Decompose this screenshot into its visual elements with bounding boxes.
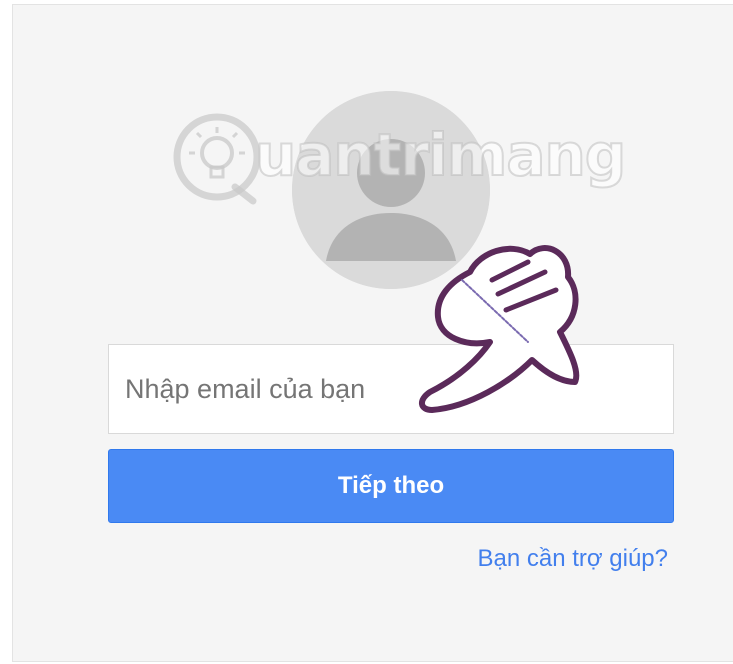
- help-link[interactable]: Bạn cần trợ giúp?: [477, 545, 668, 573]
- login-card: uantrimang Tiếp theo Bạn cần trợ giúp?: [12, 4, 733, 662]
- email-field[interactable]: [108, 344, 674, 434]
- default-user-avatar-icon: [292, 91, 490, 289]
- email-input[interactable]: [109, 345, 673, 433]
- next-button[interactable]: Tiếp theo: [108, 449, 674, 523]
- next-button-label: Tiếp theo: [337, 472, 445, 499]
- lightbulb-logo-icon: [173, 113, 261, 205]
